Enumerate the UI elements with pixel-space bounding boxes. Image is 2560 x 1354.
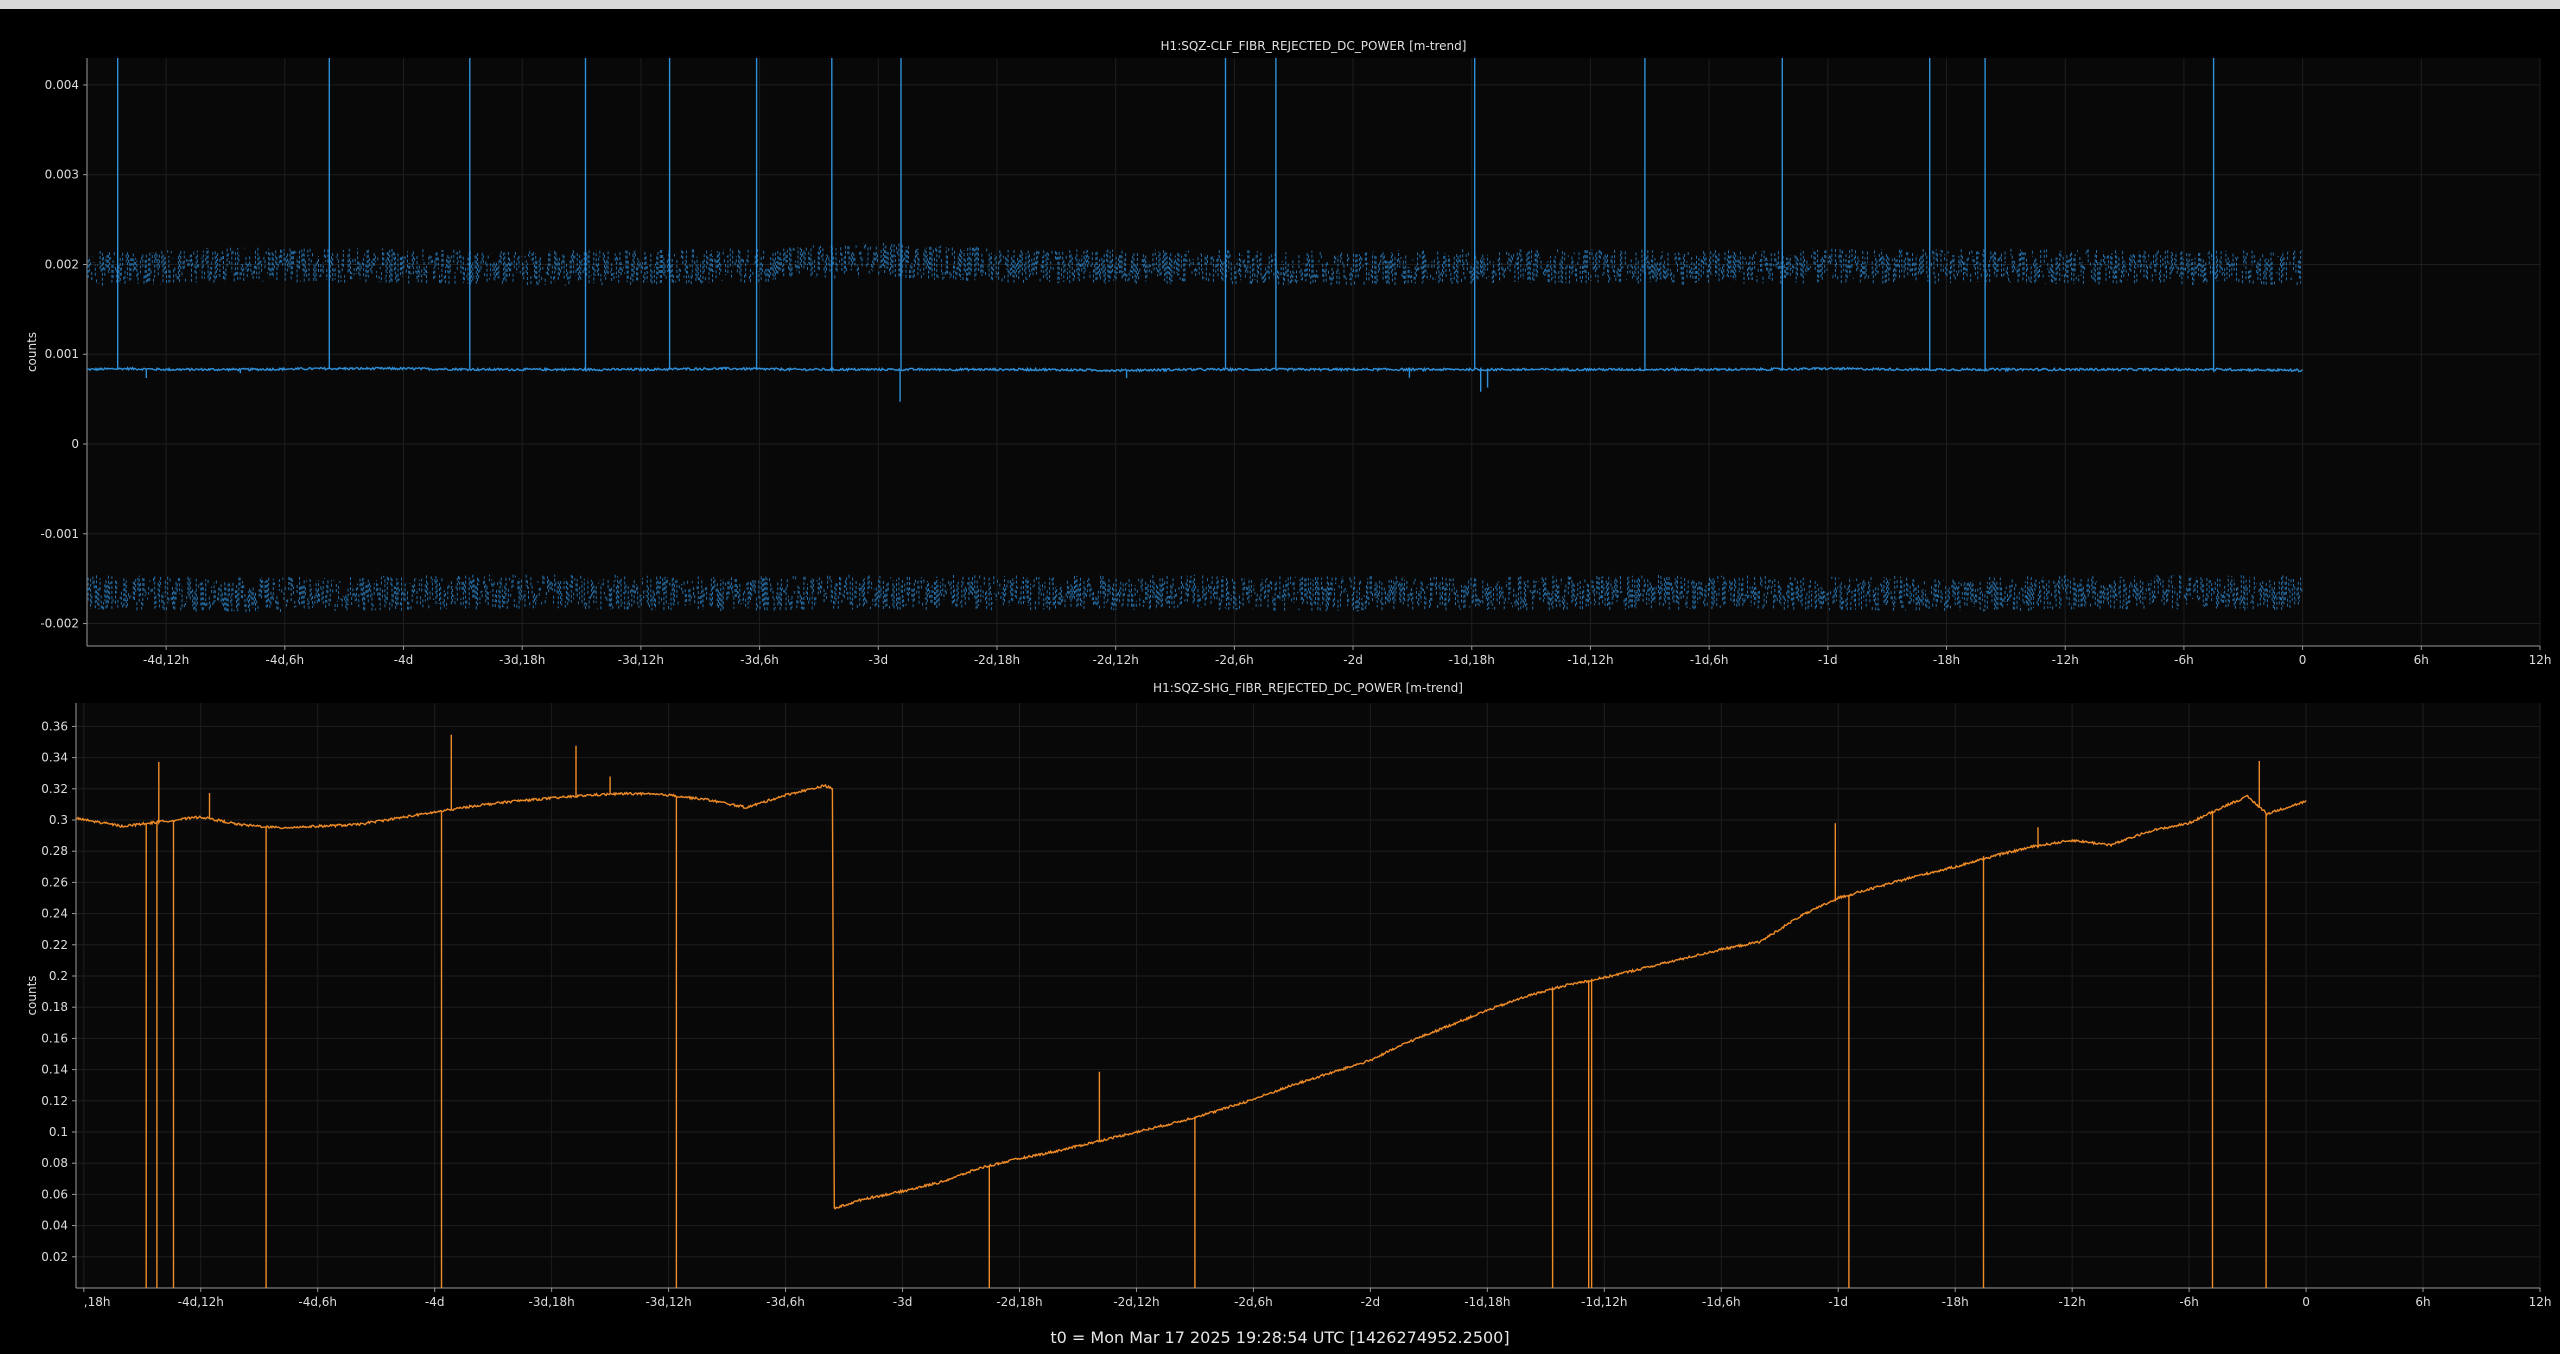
- y-tick-label: 0.34: [41, 751, 68, 765]
- y-tick-label: 0.002: [45, 257, 79, 271]
- y-tick-label: 0.2: [49, 969, 68, 983]
- x-tick-label: -18h: [1933, 653, 1960, 667]
- x-tick-label: -3d: [893, 1295, 913, 1309]
- y-tick-label: 0.28: [41, 844, 68, 858]
- x-tick-label: -4d: [425, 1295, 445, 1309]
- y-tick-label: 0.18: [41, 1000, 68, 1014]
- x-tick-label: ,18h: [84, 1295, 111, 1309]
- y-tick-label: 0: [71, 437, 79, 451]
- chart-title: H1:SQZ-SHG_FIBR_REJECTED_DC_POWER [m-tre…: [1153, 681, 1463, 695]
- x-tick-label: -4d,6h: [266, 653, 305, 667]
- y-tick-label: 0.04: [41, 1219, 68, 1233]
- x-tick-label: -2d: [1343, 653, 1363, 667]
- y-axis-label: counts: [25, 332, 39, 372]
- y-tick-label: 0.22: [41, 938, 68, 952]
- x-tick-label: -3d,6h: [766, 1295, 805, 1309]
- x-tick-label: -1d,6h: [1690, 653, 1729, 667]
- x-tick-label: -2d: [1361, 1295, 1381, 1309]
- chart-panel-shg: H1:SQZ-SHG_FIBR_REJECTED_DC_POWER [m-tre…: [0, 668, 2560, 1328]
- x-tick-label: 12h: [2529, 653, 2552, 667]
- x-tick-label: -6h: [2179, 1295, 2199, 1309]
- x-tick-label: -3d: [868, 653, 888, 667]
- x-tick-label: -12h: [2052, 653, 2079, 667]
- x-tick-label: -2d,18h: [974, 653, 1020, 667]
- x-tick-label: -4d,12h: [178, 1295, 224, 1309]
- plot-area: [76, 703, 2540, 1288]
- x-tick-label: -4d,12h: [143, 653, 189, 667]
- x-tick-label: -1d: [1828, 1295, 1848, 1309]
- plot-area: [87, 58, 2540, 646]
- x-tick-label: -2d,6h: [1215, 653, 1254, 667]
- x-tick-label: -18h: [1942, 1295, 1969, 1309]
- y-tick-label: 0.32: [41, 782, 68, 796]
- y-tick-label: 0.001: [45, 347, 79, 361]
- y-axis-label: counts: [25, 975, 39, 1015]
- x-tick-label: -2d,6h: [1234, 1295, 1273, 1309]
- x-tick-label: -2d,12h: [1093, 653, 1139, 667]
- x-tick-label: -2d,18h: [996, 1295, 1042, 1309]
- chart-title: H1:SQZ-CLF_FIBR_REJECTED_DC_POWER [m-tre…: [1161, 39, 1467, 53]
- y-tick-label: 0.26: [41, 875, 68, 889]
- x-tick-label: -1d: [1818, 653, 1838, 667]
- x-tick-label: 6h: [2415, 1295, 2430, 1309]
- y-tick-label: 0.16: [41, 1031, 68, 1045]
- x-tick-label: -1d,6h: [1702, 1295, 1741, 1309]
- y-tick-label: 0.1: [49, 1125, 68, 1139]
- x-tick-label: -6h: [2174, 653, 2194, 667]
- y-tick-label: -0.001: [40, 527, 79, 541]
- x-tick-label: -3d,18h: [529, 1295, 575, 1309]
- x-tick-label: -3d,12h: [645, 1295, 691, 1309]
- y-tick-label: -0.002: [40, 617, 79, 631]
- x-tick-label: 12h: [2529, 1295, 2552, 1309]
- t0-label: t0 = Mon Mar 17 2025 19:28:54 UTC [14262…: [1050, 1328, 1510, 1347]
- x-tick-label: -3d,12h: [618, 653, 664, 667]
- y-tick-label: 0.06: [41, 1187, 68, 1201]
- y-tick-label: 0.08: [41, 1156, 68, 1170]
- x-tick-label: 0: [2299, 653, 2307, 667]
- x-tick-label: 6h: [2414, 653, 2429, 667]
- y-tick-label: 0.36: [41, 719, 68, 733]
- y-tick-label: 0.004: [45, 78, 79, 92]
- chart-svg: H1:SQZ-SHG_FIBR_REJECTED_DC_POWER [m-tre…: [25, 681, 2552, 1309]
- x-tick-label: -1d,12h: [1567, 653, 1613, 667]
- y-tick-label: 0.003: [45, 168, 79, 182]
- x-tick-label: -1d,18h: [1449, 653, 1495, 667]
- chart-panel-clf: H1:SQZ-CLF_FIBR_REJECTED_DC_POWER [m-tre…: [0, 0, 2560, 668]
- chart-svg: H1:SQZ-CLF_FIBR_REJECTED_DC_POWER [m-tre…: [25, 39, 2552, 667]
- x-tick-label: -1d,12h: [1581, 1295, 1627, 1309]
- x-tick-label: -4d,6h: [298, 1295, 337, 1309]
- y-tick-label: 0.12: [41, 1094, 68, 1108]
- y-tick-label: 0.3: [49, 813, 68, 827]
- x-tick-label: 0: [2302, 1295, 2310, 1309]
- x-tick-label: -3d,6h: [740, 653, 779, 667]
- y-tick-label: 0.24: [41, 907, 68, 921]
- y-tick-label: 0.14: [41, 1063, 68, 1077]
- x-tick-label: -4d: [394, 653, 414, 667]
- x-tick-label: -12h: [2059, 1295, 2086, 1309]
- x-tick-label: -2d,12h: [1113, 1295, 1159, 1309]
- x-tick-label: -1d,18h: [1464, 1295, 1510, 1309]
- y-tick-label: 0.02: [41, 1250, 68, 1264]
- x-tick-label: -3d,18h: [499, 653, 545, 667]
